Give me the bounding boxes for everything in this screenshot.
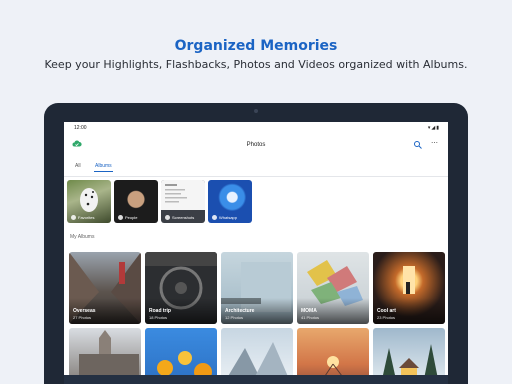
status-bar: 12:00 ▾◢▮ — [64, 122, 448, 134]
tab-all[interactable]: All — [75, 163, 81, 169]
album-name: Architecture — [225, 308, 255, 314]
hero-subtitle: Keep your Highlights, Flashbacks, Photos… — [44, 58, 468, 71]
divider — [64, 176, 448, 177]
album-name: Road trip — [149, 308, 171, 314]
album-count: 41 Photos — [301, 315, 320, 320]
quick-album-people[interactable]: People — [114, 180, 158, 223]
album-overseas[interactable]: Overseas 27 Photos — [69, 252, 141, 324]
screenshot-icon — [165, 215, 170, 220]
quick-album-label: Favorites — [71, 215, 94, 220]
app-title: Photos — [246, 142, 266, 148]
album-name: Overseas — [73, 308, 96, 314]
whatsapp-icon — [212, 215, 217, 220]
promo-page: Organized Memories Keep your Highlights,… — [0, 0, 512, 384]
my-albums-heading: My Albums — [70, 234, 95, 240]
album-cool-art[interactable]: Cool art 23 Photos — [373, 252, 445, 324]
quick-album-label: Screenshots — [165, 215, 194, 220]
tab-albums[interactable]: Albums — [95, 163, 112, 169]
more-vert-icon[interactable]: ⋯ — [431, 139, 438, 147]
search-icon[interactable] — [413, 140, 423, 150]
battery-icon: ▮ — [436, 125, 440, 131]
quick-album-favorites[interactable]: Favorites — [67, 180, 111, 223]
album-count: 12 Photos — [225, 315, 244, 320]
album-count: 27 Photos — [73, 315, 92, 320]
camera-dot — [254, 109, 258, 113]
album-count: 18 Photos — [149, 315, 168, 320]
album-architecture[interactable]: Architecture 12 Photos — [221, 252, 293, 324]
status-icons: ▾◢▮ — [428, 125, 440, 131]
album-road-trip[interactable]: Road trip 18 Photos — [145, 252, 217, 324]
quick-album-label: People — [118, 215, 137, 220]
album-name: Cool art — [377, 308, 396, 314]
quick-album-whatsapp[interactable]: Whatsapp — [208, 180, 252, 223]
album-count: 23 Photos — [377, 315, 396, 320]
screen-bottom-edge — [64, 375, 448, 384]
album-name: MOMA — [301, 308, 317, 314]
hero-title: Organized Memories — [174, 38, 338, 54]
tablet-frame: 12:00 ▾◢▮ Photos ⋯ All Albums Favorites … — [44, 103, 468, 384]
heart-icon — [71, 215, 76, 220]
person-icon — [118, 215, 123, 220]
status-time: 12:00 — [74, 125, 87, 131]
tablet-screen: 12:00 ▾◢▮ Photos ⋯ All Albums Favorites … — [64, 122, 448, 384]
quick-album-label: Whatsapp — [212, 215, 237, 220]
app-bar: Photos ⋯ — [64, 136, 448, 154]
tab-indicator — [94, 171, 113, 172]
quick-album-screenshots[interactable]: Screenshots — [161, 180, 205, 223]
album-moma[interactable]: MOMA 41 Photos — [297, 252, 369, 324]
